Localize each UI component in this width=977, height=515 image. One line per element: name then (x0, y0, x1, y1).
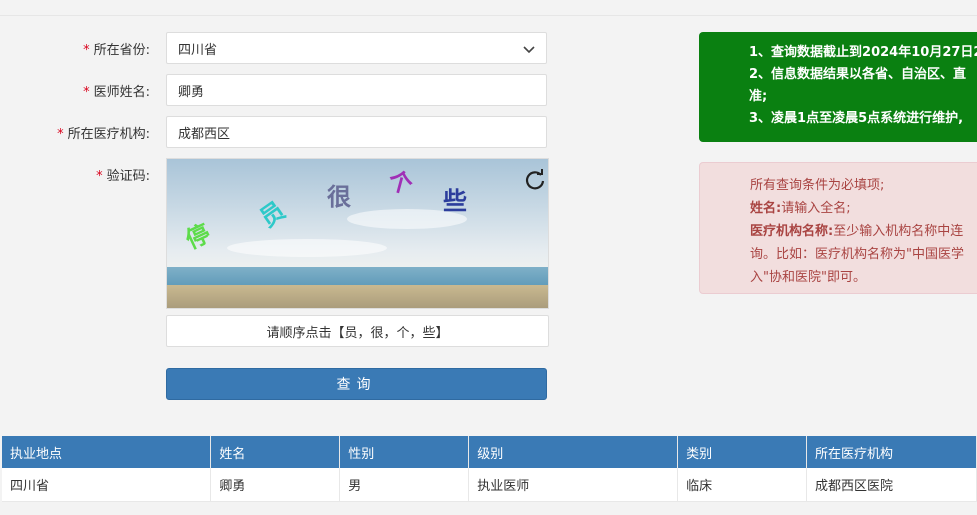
required-mark: * (83, 42, 90, 58)
notice-line: 所有查询条件为必填项; (750, 178, 885, 193)
name-input[interactable]: 卿勇 (166, 74, 547, 106)
query-button[interactable]: 查询 (166, 368, 547, 400)
captcha-row: * 验证码: (0, 158, 158, 190)
institution-value: 成都西区 (178, 126, 231, 142)
province-select[interactable]: 四川省 (166, 32, 547, 64)
notice-bold: 医疗机构名称: (750, 224, 834, 239)
table-cell: 男 (339, 468, 470, 502)
captcha-label-text: 验证码: (106, 168, 150, 184)
required-mark: * (83, 84, 90, 100)
notice-line: 准; (749, 89, 768, 104)
table-cell: 卿勇 (210, 468, 341, 502)
required-mark: * (96, 168, 103, 184)
name-label-text: 医师姓名: (93, 84, 150, 100)
table-header-row: 执业地点 姓名 性别 级别 类别 所在医疗机构 (2, 436, 977, 468)
table-header: 类别 (677, 436, 808, 468)
notice-line: 医疗机构名称:至少输入机构名称中连 (750, 220, 977, 243)
notice-line: 询。比如：医疗机构名称为"中国医学 (750, 247, 964, 262)
top-divider (0, 15, 977, 16)
refresh-icon[interactable] (524, 169, 546, 191)
captcha-char[interactable]: 很 (327, 177, 351, 212)
captcha-image[interactable]: 停 员 很 个 些 (166, 158, 549, 309)
institution-input[interactable]: 成都西区 (166, 116, 547, 148)
required-mark: * (57, 126, 64, 142)
table-cell: 四川省 (2, 468, 212, 502)
table-row: 四川省 卿勇 男 执业医师 临床 成都西区医院 (2, 468, 977, 502)
notice-line: 3、凌晨1点至凌晨5点系统进行维护, (749, 111, 964, 126)
province-label-text: 所在省份: (93, 42, 150, 58)
name-row: * 医师姓名: (0, 74, 158, 106)
captcha-shore (167, 285, 548, 308)
table-header: 级别 (468, 436, 679, 468)
table-header: 性别 (339, 436, 470, 468)
institution-row: * 所在医疗机构: (0, 116, 158, 148)
chevron-down-icon (523, 46, 535, 54)
results-table: 执业地点 姓名 性别 级别 类别 所在医疗机构 四川省 卿勇 男 执业医师 临床… (2, 436, 977, 502)
notice-bold: 姓名: (750, 201, 782, 216)
table-header: 执业地点 (2, 436, 212, 468)
captcha-lake (167, 267, 548, 287)
name-value: 卿勇 (178, 84, 205, 100)
captcha-char[interactable]: 些 (443, 181, 467, 216)
province-value: 四川省 (178, 42, 218, 58)
notice-line: 1、查询数据截止到2024年10月27日2 (749, 45, 977, 60)
table-cell: 临床 (677, 468, 808, 502)
table-header: 姓名 (210, 436, 341, 468)
notice-red: 所有查询条件为必填项; 姓名:请输入全名; 医疗机构名称:至少输入机构名称中连 … (699, 162, 977, 294)
institution-label: * 所在医疗机构: (0, 123, 158, 142)
table-cell: 成都西区医院 (806, 468, 977, 502)
notice-text: 至少输入机构名称中连 (833, 224, 964, 239)
notice-text: 请输入全名; (781, 201, 851, 216)
table-cell: 执业医师 (468, 468, 679, 502)
province-label: * 所在省份: (0, 39, 158, 58)
captcha-hint: 请顺序点击【员，很，个，些】 (166, 315, 549, 347)
captcha-label: * 验证码: (0, 165, 158, 184)
name-label: * 医师姓名: (0, 81, 158, 100)
province-row: * 所在省份: (0, 32, 158, 64)
notice-line: 入"协和医院"即可。 (750, 270, 866, 285)
notice-line: 姓名:请输入全名; (750, 197, 977, 220)
notice-line: 2、信息数据结果以各省、自治区、直 (749, 67, 967, 82)
table-header: 所在医疗机构 (806, 436, 977, 468)
captcha-cloud (227, 239, 387, 257)
institution-label-text: 所在医疗机构: (67, 126, 150, 142)
notice-green: 1、查询数据截止到2024年10月27日2 2、信息数据结果以各省、自治区、直 … (699, 32, 977, 142)
